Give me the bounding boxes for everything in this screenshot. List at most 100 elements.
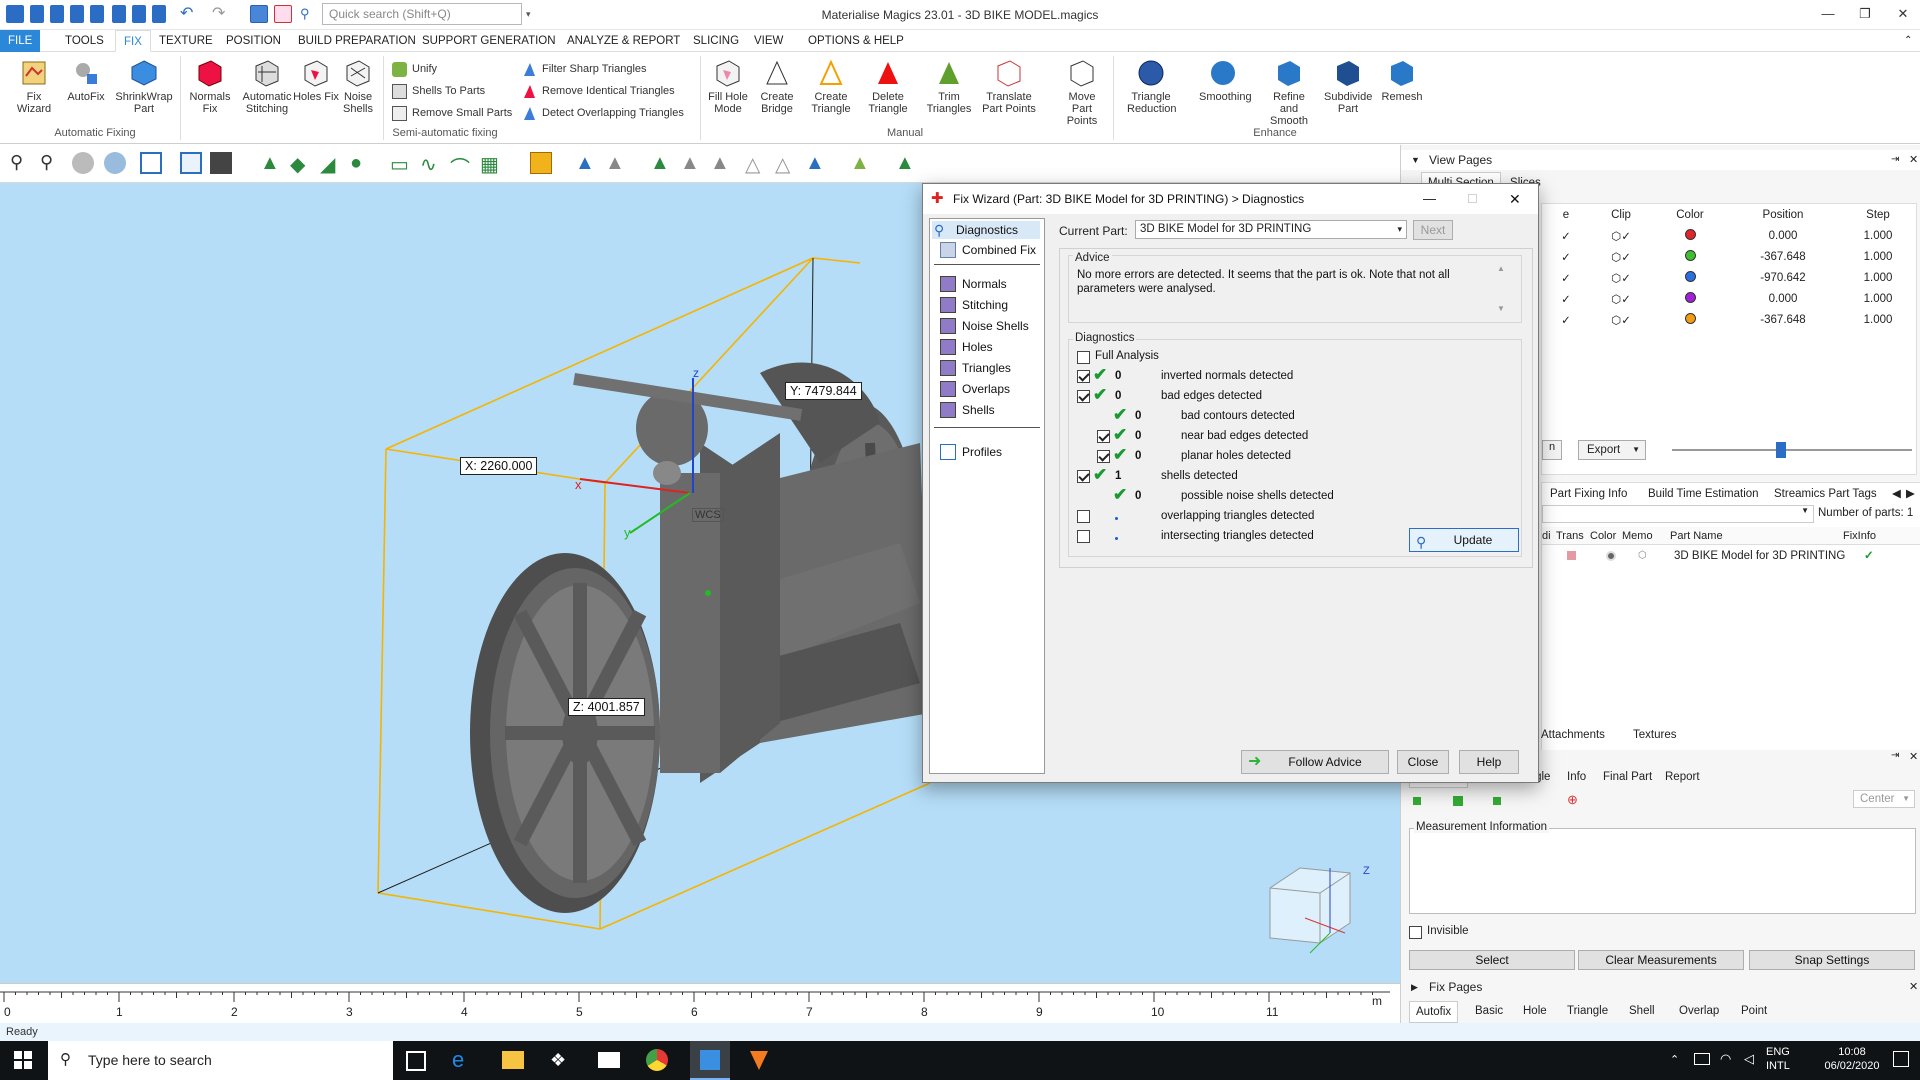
tab-scroll-left-icon[interactable]: ◀ xyxy=(1892,485,1901,503)
mark-shell-icon[interactable]: ● xyxy=(350,152,372,174)
menu-texture[interactable]: TEXTURE xyxy=(151,30,221,52)
windows-start-icon[interactable] xyxy=(14,1051,32,1069)
dropbox-icon[interactable]: ❖ xyxy=(550,1050,572,1070)
clip-icon[interactable]: ⬡✓ xyxy=(1590,267,1652,288)
diagnostic-checkbox[interactable] xyxy=(1077,390,1090,403)
new-icon[interactable] xyxy=(30,5,44,23)
menu-options-help[interactable]: OPTIONS & HELP xyxy=(800,30,912,52)
taskbar-search[interactable]: ⚲ Type here to search xyxy=(48,1041,393,1080)
zoom-part-icon[interactable] xyxy=(72,152,94,174)
clip-icon[interactable]: ⬡✓ xyxy=(1590,246,1652,267)
menu-fix[interactable]: FIX xyxy=(115,30,151,52)
color-swatch[interactable] xyxy=(1652,225,1728,246)
visible-check[interactable]: ✓ xyxy=(1542,309,1590,330)
volume-icon[interactable]: ◁ xyxy=(1744,1051,1754,1067)
unmark-icon[interactable]: ▲ xyxy=(605,152,627,174)
invisible-checkbox[interactable] xyxy=(1409,926,1422,939)
current-part-dropdown[interactable]: 3D BIKE Model for 3D PRINTING ▾ xyxy=(1135,220,1407,239)
section-slider-track[interactable] xyxy=(1672,449,1912,451)
maximize-button[interactable]: ❐ xyxy=(1852,3,1878,25)
color-swatch[interactable] xyxy=(1652,246,1728,267)
panel-close-icon[interactable]: ✕ xyxy=(1909,750,1918,763)
position-value[interactable]: 0.000 xyxy=(1728,225,1838,246)
shells-to-parts-button[interactable]: Shells To Parts xyxy=(392,82,485,100)
dialog-close-button[interactable]: ✕ xyxy=(1509,184,1521,214)
nav-stitching[interactable]: Stitching xyxy=(938,296,1008,314)
scroll-down-icon[interactable]: ▼ xyxy=(1497,304,1505,313)
pin-icon[interactable]: ⇥ xyxy=(1891,750,1899,761)
visible-check[interactable]: ✓ xyxy=(1542,225,1590,246)
diagnostic-checkbox[interactable] xyxy=(1077,370,1090,383)
view-orientation-icon[interactable] xyxy=(140,152,162,174)
smoothing-button[interactable]: Smoothing xyxy=(1199,58,1252,103)
shrink-marking-icon[interactable]: ▲ xyxy=(680,152,702,174)
quick-search-input[interactable]: Quick search (Shift+Q) xyxy=(322,3,522,25)
mark-surface-icon[interactable]: ◢ xyxy=(320,152,342,176)
tab-triangle[interactable]: Triangle xyxy=(1567,1001,1608,1021)
nav-holes[interactable]: Holes xyxy=(938,338,993,356)
tab-streamics-part-tags[interactable]: Streamics Part Tags xyxy=(1774,485,1877,503)
next-button[interactable]: Next xyxy=(1413,220,1453,240)
expand-marking-icon[interactable]: ▲ xyxy=(650,152,672,174)
memo-icon[interactable]: ⬡ xyxy=(1638,547,1647,565)
export-icon[interactable] xyxy=(132,5,146,23)
tab-overlap[interactable]: Overlap xyxy=(1679,1001,1719,1021)
snap-settings-button[interactable]: Snap Settings xyxy=(1749,950,1915,970)
mark-plane-icon[interactable]: ◆ xyxy=(290,152,312,176)
task-view-icon[interactable] xyxy=(406,1051,426,1071)
holes-fix-button[interactable]: Holes Fix xyxy=(292,58,340,103)
orientation-cube[interactable] xyxy=(1260,858,1370,958)
measure-tool-icon[interactable] xyxy=(1413,797,1421,805)
dialog-maximize-button[interactable]: ☐ xyxy=(1467,184,1478,214)
tab-final-part[interactable]: Final Part xyxy=(1603,768,1652,786)
scroll-up-icon[interactable]: ▲ xyxy=(1497,264,1505,273)
step-value[interactable]: 1.000 xyxy=(1838,225,1918,246)
shrinkwrap-part-button[interactable]: ShrinkWrap Part xyxy=(114,58,174,115)
position-value[interactable]: 0.000 xyxy=(1728,288,1838,309)
clip-icon[interactable]: ⬡✓ xyxy=(1590,309,1652,330)
tab-shell[interactable]: Shell xyxy=(1629,1001,1655,1021)
fix-pages-header[interactable]: ▶ Fix Pages ✕ xyxy=(1401,977,1920,997)
position-value[interactable]: -367.648 xyxy=(1728,309,1838,330)
remove-identical-triangles-button[interactable]: Remove Identical Triangles xyxy=(522,82,675,100)
diagnostic-checkbox[interactable] xyxy=(1077,530,1090,543)
menu-analyze-report[interactable]: ANALYZE & REPORT xyxy=(559,30,688,52)
autofix-button[interactable]: AutoFix xyxy=(62,58,110,103)
internet-explorer-icon[interactable]: e xyxy=(452,1049,476,1073)
collapse-ribbon-icon[interactable]: ⌃ xyxy=(1896,30,1920,52)
mark-brush-icon[interactable]: ∿ xyxy=(420,152,442,176)
panel-close-icon[interactable]: ✕ xyxy=(1909,150,1918,170)
mark-lasso-icon[interactable]: ⌒ xyxy=(450,152,472,180)
clip-row[interactable]: ✓ ⬡✓ -970.642 1.000 xyxy=(1542,267,1918,288)
automatic-stitching-button[interactable]: Automatic Stitching xyxy=(238,58,296,115)
clip-row[interactable]: ✓ ⬡✓ 0.000 1.000 xyxy=(1542,225,1918,246)
unmark-all-icon[interactable]: △ xyxy=(745,152,767,176)
update-button[interactable]: ⚲ Update xyxy=(1409,528,1519,552)
clip-row[interactable]: ✓ ⬡✓ -367.648 1.000 xyxy=(1542,246,1918,267)
refine-and-smooth-button[interactable]: Refine and Smooth xyxy=(1265,58,1313,127)
section-slider-thumb[interactable] xyxy=(1776,442,1786,458)
tab-hole[interactable]: Hole xyxy=(1523,1001,1547,1021)
show-hidden-icons[interactable]: ⌃ xyxy=(1670,1053,1679,1066)
parts-row[interactable]: ⬡ 3D BIKE Model for 3D PRINTING ✓ xyxy=(1542,547,1920,565)
deselect-icon[interactable] xyxy=(274,5,292,23)
clock[interactable]: 10:08 06/02/2020 xyxy=(1812,1045,1892,1073)
tab-attachments[interactable]: Attachments xyxy=(1541,729,1605,741)
battery-icon[interactable] xyxy=(1694,1053,1710,1065)
delete-triangle-button[interactable]: Delete Triangle xyxy=(864,58,912,115)
color-swatch[interactable] xyxy=(1652,288,1728,309)
clip-icon[interactable]: ⬡✓ xyxy=(1590,225,1652,246)
tab-autofix[interactable]: Autofix xyxy=(1409,1001,1459,1023)
nav-normals[interactable]: Normals xyxy=(938,275,1007,293)
move-part-points-button[interactable]: Move Part Points xyxy=(1058,58,1106,127)
tab-basic[interactable]: Basic xyxy=(1475,1001,1503,1021)
center-dropdown[interactable]: Center ▼ xyxy=(1853,790,1915,808)
import-icon[interactable] xyxy=(112,5,126,23)
open-icon[interactable] xyxy=(50,5,64,23)
save-all-icon[interactable] xyxy=(90,5,104,23)
triangle-reduction-button[interactable]: Triangle Reduction xyxy=(1127,58,1177,115)
step-value[interactable]: 1.000 xyxy=(1838,267,1918,288)
menu-position[interactable]: POSITION xyxy=(218,30,289,52)
nav-profiles[interactable]: Profiles xyxy=(938,443,1002,461)
step-value[interactable]: 1.000 xyxy=(1838,288,1918,309)
